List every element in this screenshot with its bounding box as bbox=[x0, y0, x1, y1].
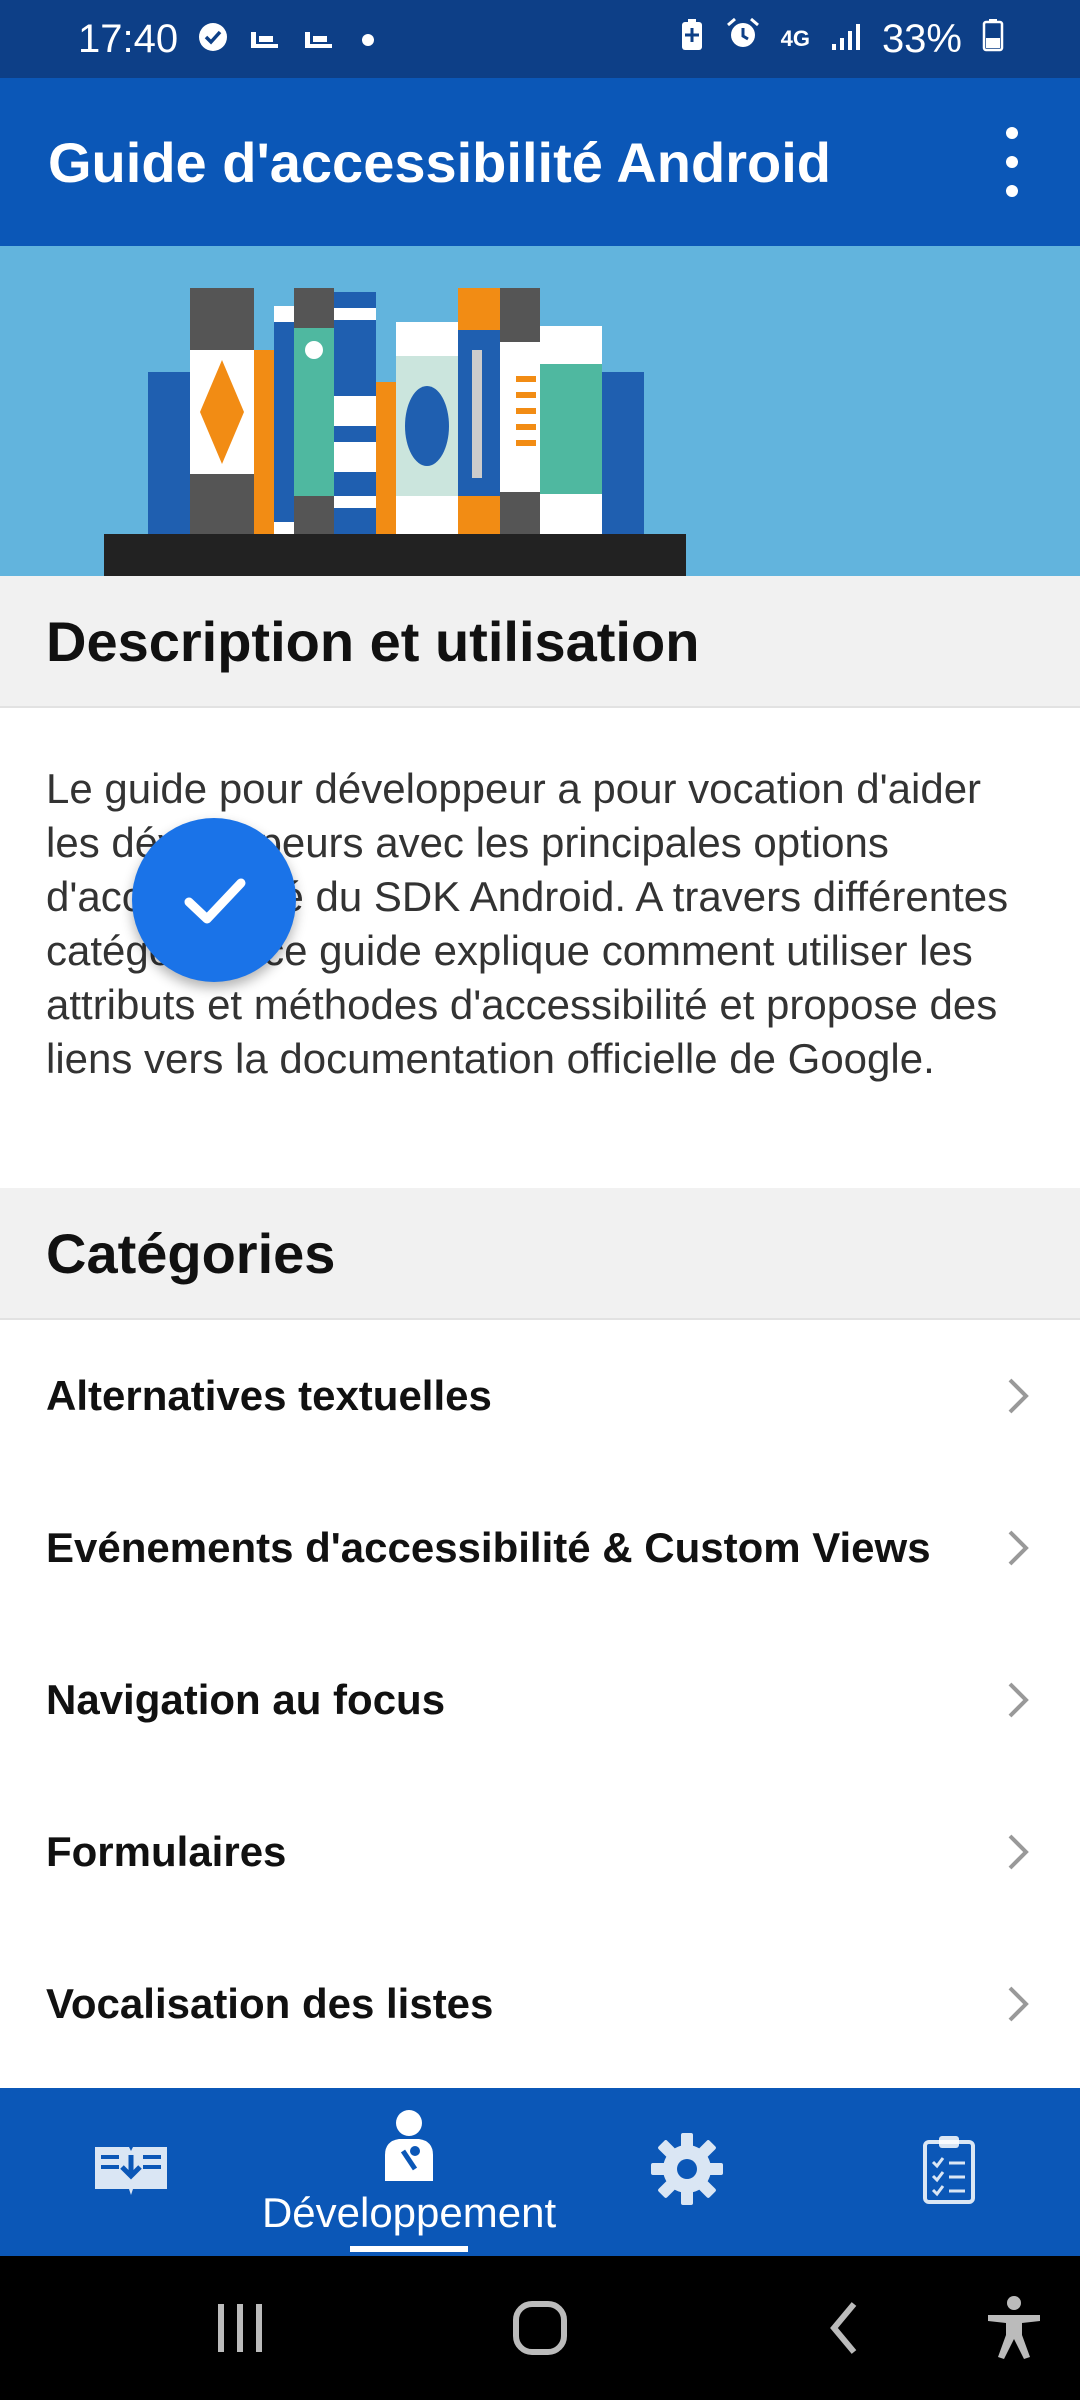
category-item-forms[interactable]: Formulaires bbox=[0, 1776, 1080, 1928]
categories-heading: Catégories bbox=[0, 1188, 1080, 1320]
category-item-label: Formulaires bbox=[46, 1828, 287, 1875]
nav-item-label: Développement bbox=[261, 2189, 557, 2236]
notification-icon bbox=[248, 17, 282, 62]
battery-percent: 33% bbox=[881, 16, 962, 61]
app-bar: Guide d'accessibilité Android bbox=[0, 78, 1080, 246]
books-illustration bbox=[104, 288, 686, 576]
description-heading: Description et utilisation bbox=[0, 576, 1080, 708]
book-download-icon bbox=[94, 2147, 167, 2195]
signal-icon bbox=[830, 17, 862, 62]
settings-icon bbox=[651, 2133, 724, 2205]
category-item-label: Alternatives textuelles bbox=[46, 1372, 492, 1419]
alarm-icon bbox=[725, 16, 761, 62]
floating-check-button[interactable] bbox=[132, 818, 296, 982]
hero-image bbox=[0, 246, 1080, 576]
network-type: 4G bbox=[780, 26, 810, 51]
nav-selected-indicator bbox=[350, 2246, 469, 2252]
clipboard-icon bbox=[923, 2136, 976, 2204]
status-left: 17:40 bbox=[78, 17, 380, 62]
category-item-label: Evénements d'accessibilité & Custom View… bbox=[46, 1524, 931, 1571]
back-icon[interactable] bbox=[804, 2256, 884, 2400]
notification-icon bbox=[302, 17, 336, 62]
categories-heading-text: Catégories bbox=[46, 1221, 336, 1285]
dot-icon bbox=[356, 17, 380, 62]
system-navigation-bar bbox=[0, 2256, 1080, 2400]
status-bar: 17:40 4G 33% bbox=[0, 0, 1080, 78]
home-icon[interactable] bbox=[500, 2256, 580, 2400]
chevron-right-icon bbox=[1008, 1682, 1029, 1718]
nav-item-developer[interactable]: Développement bbox=[262, 2088, 556, 2256]
chevron-right-icon bbox=[1008, 1530, 1029, 1566]
category-item-lists[interactable]: Vocalisation des listes bbox=[0, 1928, 1080, 2080]
status-time: 17:40 bbox=[78, 16, 179, 61]
nav-item-guide[interactable] bbox=[0, 2088, 262, 2256]
category-item-label: Navigation au focus bbox=[46, 1676, 446, 1723]
developer-icon bbox=[385, 2110, 434, 2181]
description-heading-text: Description et utilisation bbox=[46, 609, 700, 673]
accessibility-icon[interactable] bbox=[974, 2256, 1054, 2400]
category-item-alternatives[interactable]: Alternatives textuelles bbox=[0, 1320, 1080, 1472]
category-item-focus[interactable]: Navigation au focus bbox=[0, 1624, 1080, 1776]
app-title: Guide d'accessibilité Android bbox=[48, 130, 831, 194]
chevron-right-icon bbox=[1008, 1378, 1029, 1414]
battery-saver-icon bbox=[679, 17, 705, 62]
nav-item-checklist[interactable] bbox=[818, 2088, 1080, 2256]
chevron-right-icon bbox=[1008, 1986, 1029, 2022]
category-list: Alternatives textuelles Evénements d'acc… bbox=[0, 1320, 1080, 2080]
category-item-label: Vocalisation des listes bbox=[46, 1980, 494, 2027]
status-right: 4G 33% bbox=[679, 16, 1004, 62]
nav-item-settings[interactable] bbox=[556, 2088, 818, 2256]
recents-icon[interactable] bbox=[200, 2256, 280, 2400]
category-item-events[interactable]: Evénements d'accessibilité & Custom View… bbox=[0, 1472, 1080, 1624]
bottom-navigation: Développement bbox=[0, 2088, 1080, 2256]
more-vert-icon[interactable] bbox=[992, 127, 1032, 197]
check-icon bbox=[184, 878, 246, 924]
chevron-right-icon bbox=[1008, 1834, 1029, 1870]
battery-icon bbox=[982, 17, 1004, 62]
check-circle-icon bbox=[198, 17, 228, 62]
